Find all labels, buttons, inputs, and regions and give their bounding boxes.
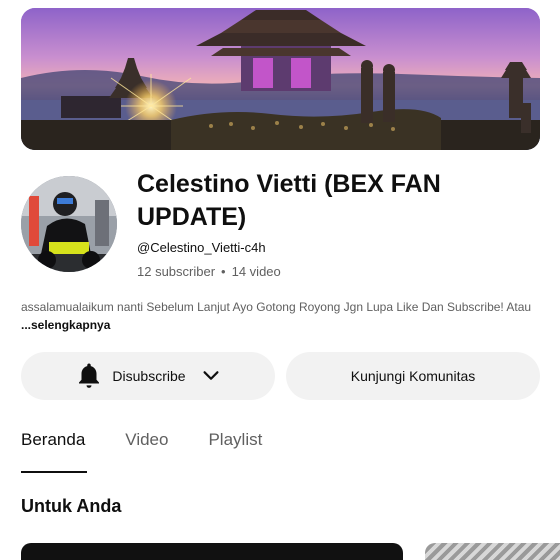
channel-name: Celestino Vietti (BEX FAN UPDATE) — [137, 170, 441, 231]
channel-stats: 12 subscriber • 14 video — [137, 264, 281, 279]
channel-avatar[interactable] — [21, 176, 117, 272]
community-label: Kunjungi Komunitas — [350, 368, 476, 384]
tab-playlists[interactable]: Playlist — [208, 430, 262, 474]
description-text: assalamualaikum nanti Sebelum Lanjut Ayo… — [21, 300, 532, 314]
channel-banner — [21, 8, 540, 150]
video-thumbnail[interactable] — [21, 543, 403, 560]
channel-page: Celestino Vietti (BEX FAN UPDATE) @Celes… — [0, 0, 560, 560]
visit-community-button[interactable]: Kunjungi Komunitas — [286, 352, 540, 400]
bell-icon — [79, 363, 100, 388]
subscribe-label: Disubscribe — [112, 368, 186, 384]
channel-handle: @Celestino_Vietti-c4h — [137, 240, 266, 255]
video-count: 14 video — [231, 264, 281, 279]
stats-separator: • — [221, 264, 226, 279]
channel-tabs: Beranda Video Playlist — [21, 430, 302, 474]
channel-description[interactable]: assalamualaikum nanti Sebelum Lanjut Ayo… — [21, 298, 536, 334]
tab-home[interactable]: Beranda — [21, 430, 88, 474]
tab-videos[interactable]: Video — [125, 430, 168, 474]
chevron-down-icon — [203, 371, 219, 380]
subscriber-count: 12 subscriber — [137, 264, 216, 279]
subscribed-button[interactable]: Disubscribe — [21, 352, 275, 400]
section-title: Untuk Anda — [21, 496, 122, 516]
video-thumbnail[interactable] — [425, 543, 560, 560]
show-more-link[interactable]: ...selengkapnya — [21, 318, 110, 332]
